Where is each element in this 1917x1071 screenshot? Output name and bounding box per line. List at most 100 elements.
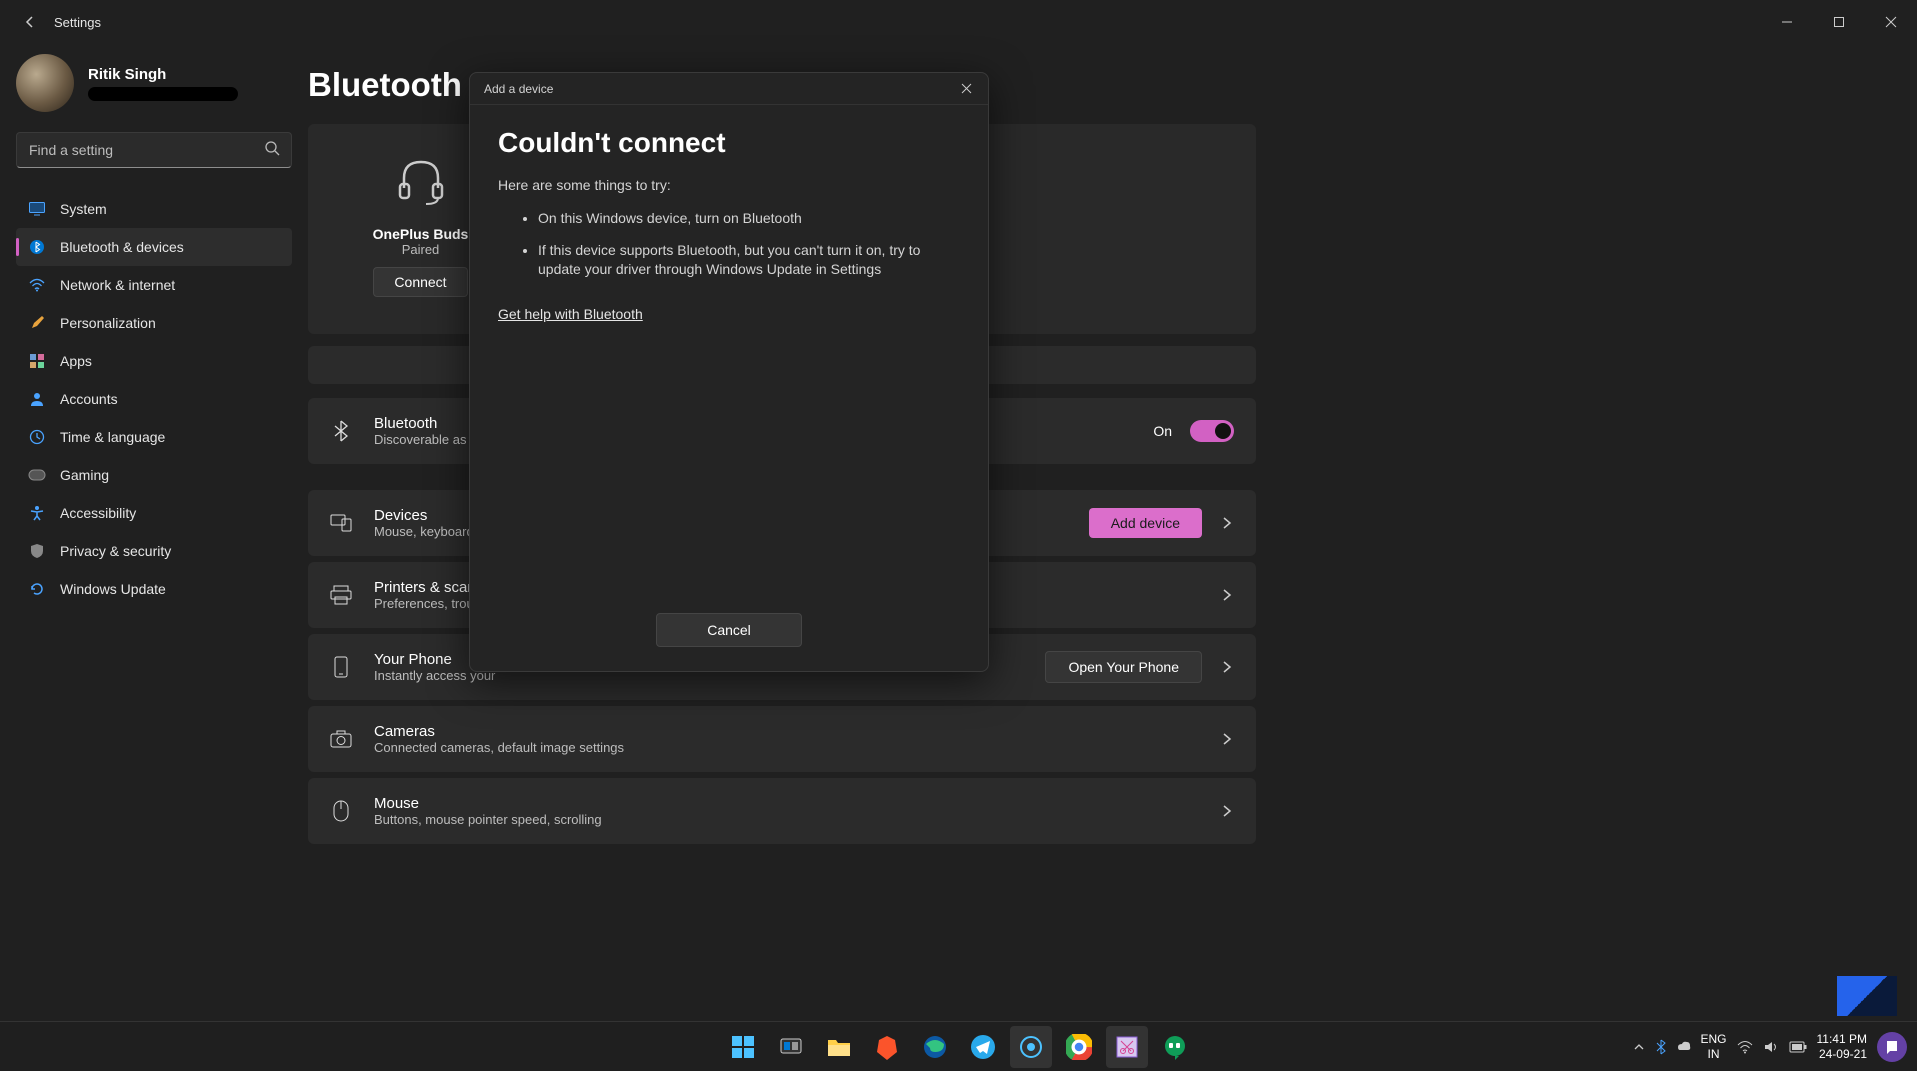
sidebar-item-label: Apps [60, 353, 92, 369]
taskview-icon[interactable] [770, 1026, 812, 1068]
apps-icon [28, 352, 46, 370]
update-icon [28, 580, 46, 598]
sidebar-item-accounts[interactable]: Accounts [16, 380, 292, 418]
shield-icon [28, 542, 46, 560]
camera-icon [330, 728, 352, 750]
chevron-right-icon [1220, 804, 1234, 818]
mouse-icon [330, 800, 352, 822]
battery-icon [1789, 1041, 1807, 1053]
phone-icon [330, 656, 352, 678]
chevron-right-icon [1220, 732, 1234, 746]
add-device-button[interactable]: Add device [1089, 508, 1202, 538]
clock-icon [28, 428, 46, 446]
headset-icon [394, 154, 448, 208]
printer-icon [330, 584, 352, 606]
devices-icon [330, 512, 352, 534]
cameras-row[interactable]: Cameras Connected cameras, default image… [308, 706, 1256, 772]
dialog-bullet-2: If this device supports Bluetooth, but y… [538, 241, 960, 280]
sidebar-item-label: Accounts [60, 391, 118, 407]
sidebar-item-label: System [60, 201, 107, 217]
dialog-close-button[interactable] [952, 75, 980, 103]
sidebar-item-label: Gaming [60, 467, 109, 483]
start-button[interactable] [722, 1026, 764, 1068]
taskbar: ENG IN 11:41 PM 24-09-21 [0, 1021, 1917, 1071]
file-explorer-icon[interactable] [818, 1026, 860, 1068]
avatar [16, 54, 74, 112]
chevron-right-icon [1220, 660, 1234, 674]
sidebar-item-label: Time & language [60, 429, 165, 445]
sidebar-item-privacy[interactable]: Privacy & security [16, 532, 292, 570]
row-subtitle: Buttons, mouse pointer speed, scrolling [374, 812, 1198, 827]
bluetooth-toggle[interactable] [1190, 420, 1234, 442]
dialog-heading: Couldn't connect [498, 127, 960, 159]
taskbar-app-brave[interactable] [866, 1026, 908, 1068]
bluetooth-icon [28, 238, 46, 256]
back-button[interactable] [12, 14, 48, 30]
nav: System Bluetooth & devices Network & int… [16, 190, 292, 608]
gamepad-icon [28, 466, 46, 484]
bluetooth-icon [330, 420, 352, 442]
maximize-button[interactable] [1813, 0, 1865, 44]
user-name: Ritik Singh [88, 66, 238, 83]
row-title: Mouse [374, 795, 1198, 812]
sidebar-item-accessibility[interactable]: Accessibility [16, 494, 292, 532]
add-device-dialog: Add a device Couldn't connect Here are s… [469, 72, 989, 672]
sidebar-item-label: Privacy & security [60, 543, 171, 559]
sidebar-item-personalization[interactable]: Personalization [16, 304, 292, 342]
onedrive-icon[interactable] [1677, 1039, 1691, 1055]
volume-icon [1763, 1040, 1779, 1054]
network-sound-tray[interactable] [1737, 1040, 1807, 1054]
toggle-state: On [1153, 423, 1172, 439]
connect-button[interactable]: Connect [373, 267, 467, 297]
sidebar-item-time-language[interactable]: Time & language [16, 418, 292, 456]
search-input[interactable] [16, 132, 292, 168]
system-tray[interactable] [1633, 1039, 1691, 1055]
sidebar-item-network[interactable]: Network & internet [16, 266, 292, 304]
cancel-button[interactable]: Cancel [656, 613, 802, 647]
chevron-right-icon [1220, 516, 1234, 530]
open-your-phone-button[interactable]: Open Your Phone [1045, 651, 1202, 683]
search-icon [264, 140, 280, 161]
sidebar-item-gaming[interactable]: Gaming [16, 456, 292, 494]
sidebar-item-system[interactable]: System [16, 190, 292, 228]
wifi-icon [28, 276, 46, 294]
help-link[interactable]: Get help with Bluetooth [498, 306, 643, 322]
watermark-logo [1837, 976, 1897, 1016]
user-email-redacted [88, 87, 238, 101]
taskbar-app-chrome[interactable] [1058, 1026, 1100, 1068]
sidebar-item-label: Bluetooth & devices [60, 239, 184, 255]
row-title: Cameras [374, 723, 1198, 740]
taskbar-app-hangouts[interactable] [1154, 1026, 1196, 1068]
row-subtitle: Connected cameras, default image setting… [374, 740, 1198, 755]
taskbar-notification-badge[interactable] [1877, 1032, 1907, 1062]
device-status: Paired [402, 242, 440, 257]
close-button[interactable] [1865, 0, 1917, 44]
sidebar-item-label: Windows Update [60, 581, 166, 597]
taskbar-app-telegram[interactable] [962, 1026, 1004, 1068]
language-indicator[interactable]: ENG IN [1701, 1032, 1727, 1061]
sidebar-item-apps[interactable]: Apps [16, 342, 292, 380]
chevron-right-icon [1220, 588, 1234, 602]
wifi-tray-icon [1737, 1040, 1753, 1054]
device-name: OnePlus Buds [373, 226, 469, 242]
mouse-row[interactable]: Mouse Buttons, mouse pointer speed, scro… [308, 778, 1256, 844]
taskbar-app-snip[interactable] [1106, 1026, 1148, 1068]
chevron-up-icon[interactable] [1633, 1041, 1645, 1053]
dialog-bullet-1: On this Windows device, turn on Bluetoot… [538, 209, 960, 229]
profile[interactable]: Ritik Singh [16, 54, 292, 132]
sidebar-item-label: Network & internet [60, 277, 175, 293]
app-title: Settings [54, 15, 101, 30]
sidebar-item-bluetooth-devices[interactable]: Bluetooth & devices [16, 228, 292, 266]
dialog-window-title: Add a device [484, 82, 553, 96]
bluetooth-tray-icon[interactable] [1655, 1039, 1667, 1055]
taskbar-app-settings[interactable] [1010, 1026, 1052, 1068]
sidebar: Ritik Singh System Bluetooth & devices N… [0, 44, 308, 1021]
minimize-button[interactable] [1761, 0, 1813, 44]
monitor-icon [28, 200, 46, 218]
person-icon [28, 390, 46, 408]
sidebar-item-windows-update[interactable]: Windows Update [16, 570, 292, 608]
titlebar: Settings [0, 0, 1917, 44]
taskbar-app-edge[interactable] [914, 1026, 956, 1068]
dialog-subheading: Here are some things to try: [498, 177, 960, 193]
clock[interactable]: 11:41 PM 24-09-21 [1817, 1032, 1867, 1061]
